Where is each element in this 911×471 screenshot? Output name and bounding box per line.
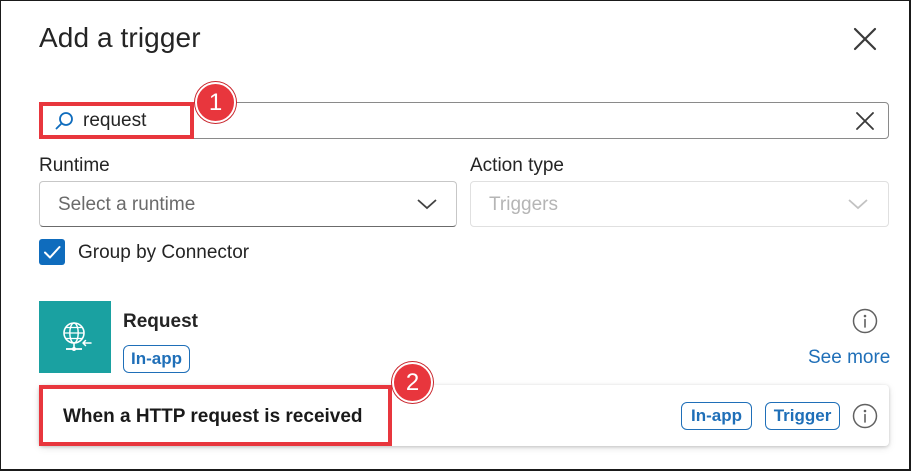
action-type-value: Triggers [489,194,558,215]
runtime-dropdown[interactable]: Select a runtime [39,181,457,227]
close-icon [853,27,877,51]
action-type-dropdown[interactable]: Triggers [470,181,889,227]
trigger-name: When a HTTP request is received [63,406,363,427]
search-value: request [83,110,147,131]
callout-badge-1: 1 [195,82,236,123]
clear-search-button[interactable] [853,109,877,133]
runtime-label: Runtime [39,155,110,176]
group-by-connector-checkbox[interactable] [39,239,65,265]
runtime-placeholder: Select a runtime [58,194,196,215]
connector-in-app-badge: In-app [123,345,190,373]
search-input[interactable]: request [39,102,889,139]
close-button[interactable] [849,23,881,55]
trigger-card[interactable]: When a HTTP request is received [39,385,889,446]
action-type-label: Action type [470,155,564,176]
callout-badge-2: 2 [392,362,433,403]
search-icon [55,112,73,130]
info-icon[interactable] [852,308,878,334]
chevron-down-icon [848,199,868,210]
info-icon[interactable] [852,403,878,429]
panel-title: Add a trigger [39,22,201,53]
clear-icon [856,112,874,130]
request-connector-icon [39,301,111,373]
globe-network-icon [63,322,92,351]
group-by-connector-label: Group by Connector [78,242,250,263]
trigger-type-badge: Trigger [765,402,840,430]
checkmark-icon [44,246,61,259]
connector-name: Request [123,311,198,332]
trigger-in-app-badge: In-app [681,402,752,430]
add-trigger-panel: Add a trigger request 1 Runtime Select a… [0,0,911,471]
see-more-link[interactable]: See more [808,347,890,369]
chevron-down-icon [417,199,437,210]
